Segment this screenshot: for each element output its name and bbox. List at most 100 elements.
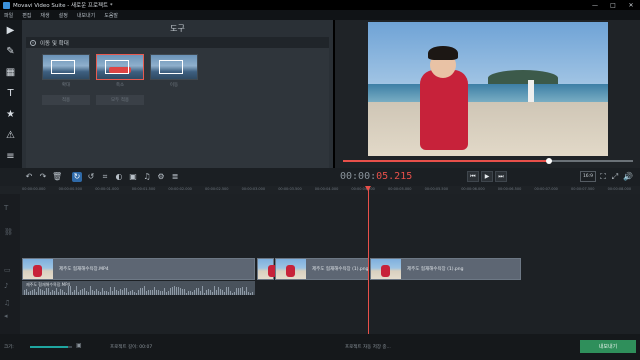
next-frame-button[interactable]: ⏭ — [495, 171, 507, 182]
more-tools-icon[interactable]: ≡ — [3, 150, 18, 163]
waveform-bar — [130, 291, 131, 295]
volume-icon[interactable]: 🔊 — [623, 172, 633, 182]
back-icon[interactable]: « — [30, 39, 36, 46]
preset-zoom-in[interactable] — [42, 54, 90, 80]
waveform-bar — [222, 289, 223, 295]
magic-wand-icon[interactable]: ✎ — [3, 45, 18, 58]
settings-gear-icon[interactable]: ⚙ — [156, 172, 166, 182]
preset-label: 확대 — [61, 83, 71, 88]
playback-scrubber[interactable] — [343, 158, 633, 164]
waveform-bar — [224, 292, 225, 295]
apply-button[interactable]: 적용 — [42, 95, 90, 105]
menu-settings[interactable]: 설정 — [59, 12, 68, 19]
clip-thumbnail — [276, 259, 306, 279]
waveform-bar — [78, 291, 79, 295]
timeline-clip[interactable] — [257, 258, 277, 280]
detach-preview-icon[interactable]: ⤢ — [610, 172, 620, 182]
aspect-ratio-selector[interactable]: 16:9 — [580, 171, 596, 182]
video-preview[interactable] — [368, 22, 608, 156]
preset-pan[interactable] — [150, 54, 198, 80]
waveform-bar — [234, 291, 235, 295]
waveform-bar — [100, 291, 101, 295]
redo-icon[interactable]: ↷ — [38, 172, 48, 182]
rotate-icon[interactable]: ↻ — [72, 172, 82, 182]
zoom-slider[interactable] — [30, 346, 72, 348]
waveform-bar — [184, 289, 185, 295]
menu-edit[interactable]: 편집 — [22, 12, 31, 19]
link-icon[interactable]: ⛓ — [4, 228, 13, 236]
child-hair — [428, 46, 458, 60]
waveform-bar — [168, 291, 169, 295]
waveform-bar — [170, 287, 171, 295]
scrubber-handle[interactable] — [545, 158, 552, 164]
waveform-bar — [50, 292, 51, 295]
minimize-button[interactable]: — — [586, 2, 604, 9]
waveform-bar — [44, 291, 45, 295]
timeline-clip[interactable]: 제주도 협재해수욕장.MP4 — [22, 258, 255, 280]
section-header[interactable]: « 이동 및 확대 — [26, 37, 329, 48]
waveform-bar — [38, 286, 39, 295]
mute-track-icon[interactable]: ◂ — [4, 312, 8, 320]
clip-thumbnail — [371, 259, 401, 279]
audio-clip[interactable]: 제주도 협재해수욕장.MP4 — [22, 281, 255, 295]
zoom-fit-icon[interactable]: ▣ — [76, 342, 82, 349]
split-icon[interactable]: ↺ — [86, 172, 96, 182]
import-icon[interactable]: ▶ — [3, 24, 18, 37]
play-button[interactable]: ▶ — [481, 171, 493, 182]
music-track-icon: ♫ — [4, 299, 11, 307]
menu-export[interactable]: 내보내기 — [77, 12, 95, 19]
close-button[interactable]: ✕ — [622, 2, 640, 9]
timeline-clip[interactable]: 제주도 협재해수욕장 (1).png — [370, 258, 521, 280]
filters-icon[interactable]: ▦ — [3, 66, 18, 79]
waveform-bar — [200, 291, 201, 295]
waveform-bar — [72, 292, 73, 295]
waveform-bar — [226, 287, 227, 295]
window-title: Movavi Video Suite - 새로운 프로젝트 * — [13, 3, 113, 9]
audio-waveform-icon[interactable]: ≣ — [170, 172, 180, 182]
waveform-bar — [94, 291, 95, 295]
waveform-bar — [102, 287, 103, 295]
zoom-slider-fill — [30, 346, 68, 348]
waveform-bar — [182, 288, 183, 295]
playhead[interactable] — [365, 186, 371, 334]
waveform-bar — [136, 292, 137, 295]
menu-playback[interactable]: 재생 — [40, 12, 49, 19]
shapes-icon[interactable]: ⚠ — [3, 129, 18, 142]
playhead-handle[interactable] — [365, 186, 371, 191]
edit-toolbar — [0, 168, 640, 186]
waveform-bar — [104, 290, 105, 295]
timeline-ruler[interactable]: 00:00:00.000 00:00:00.500 00:00:01.000 00:0… — [0, 186, 640, 194]
titles-icon[interactable]: T — [3, 87, 18, 100]
waveform-bar — [42, 290, 43, 295]
stickers-icon[interactable]: ★ — [3, 108, 18, 121]
timecode: 00:00:05.215 — [340, 171, 412, 182]
maximize-button[interactable]: □ — [604, 2, 622, 9]
color-adjust-icon[interactable]: ◐ — [114, 172, 124, 182]
image-icon[interactable]: ▣ — [128, 172, 138, 182]
waveform-bar — [140, 288, 141, 295]
waveform-bar — [66, 292, 67, 295]
menu-file[interactable]: 파일 — [4, 12, 13, 19]
previous-frame-button[interactable]: ⏮ — [467, 171, 479, 182]
app-logo-icon — [3, 1, 10, 9]
waveform-bar — [116, 289, 117, 295]
waveform-bar — [156, 289, 157, 295]
waveform-bar — [180, 287, 181, 295]
waveform-bar — [244, 291, 245, 295]
waveform-bar — [248, 291, 249, 295]
waveform-bar — [176, 286, 177, 295]
apply-all-button[interactable]: 모두 적용 — [96, 95, 144, 105]
undo-icon[interactable]: ↶ — [24, 172, 34, 182]
crop-icon[interactable]: ⌗ — [100, 172, 110, 182]
timeline-clip[interactable]: 제주도 협재해수욕장 (1).png — [275, 258, 369, 280]
microphone-icon[interactable]: ♫ — [142, 172, 152, 182]
waveform-bar — [218, 286, 219, 295]
track-headers: T ⛓ ▭ ♪ ♫ ◂ — [0, 194, 20, 334]
fullscreen-icon[interactable]: ⛶ — [598, 172, 608, 182]
preset-zoom-out[interactable] — [96, 54, 144, 80]
delete-icon[interactable]: 🗑 — [52, 172, 62, 182]
menu-bar: 파일 편집 재생 설정 내보내기 도움말 — [0, 10, 640, 20]
menu-help[interactable]: 도움말 — [104, 12, 118, 19]
preset-area: 확대 축소 이동 적용 모두 적용 — [26, 48, 329, 184]
export-button[interactable]: 내보내기 — [580, 340, 636, 353]
